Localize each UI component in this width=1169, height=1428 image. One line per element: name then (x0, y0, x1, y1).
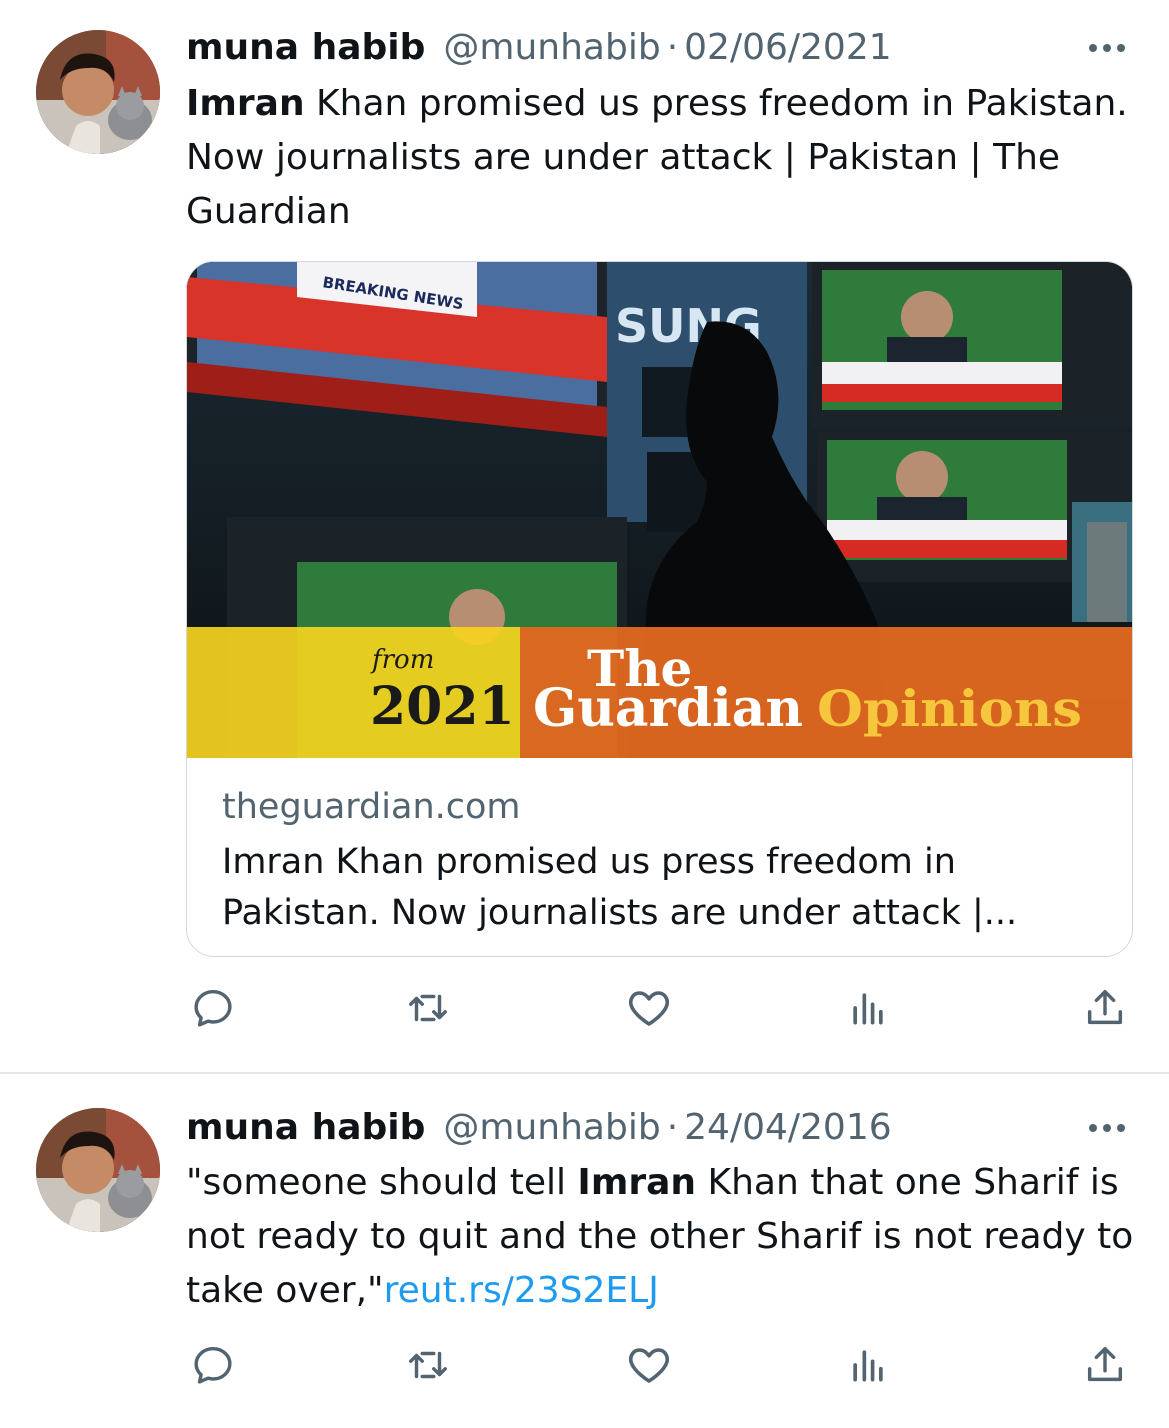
more-options-icon[interactable] (1085, 1106, 1129, 1150)
retweet-icon[interactable] (403, 1340, 453, 1390)
badge-section: Opinions (817, 679, 1082, 738)
tweet-body-pre: "someone should tell (186, 1162, 578, 1203)
tweet-body: Khan promised us press freedom in Pakist… (186, 83, 1128, 232)
share-icon[interactable] (1080, 1340, 1130, 1390)
separator: · (666, 1107, 679, 1148)
tweet-header: muna habib @munhabib · 02/06/2021 (186, 26, 1129, 70)
separator: · (666, 27, 679, 68)
card-title: Imran Khan promised us press freedom in … (222, 842, 1018, 933)
avatar[interactable] (36, 30, 160, 154)
author-handle[interactable]: @munhabib (443, 1106, 660, 1150)
highlight-term: Imran (577, 1162, 697, 1203)
more-options-icon[interactable] (1085, 26, 1129, 70)
author-name[interactable]: muna habib (186, 26, 425, 70)
tweet-date[interactable]: 02/06/2021 (684, 26, 892, 70)
share-icon[interactable] (1080, 983, 1130, 1033)
retweet-icon[interactable] (403, 983, 453, 1033)
tweet-2[interactable]: muna habib @munhabib · 24/04/2016 "someo… (0, 1074, 1169, 1428)
tweet-header: muna habib @munhabib · 24/04/2016 (186, 1106, 1129, 1150)
author-handle[interactable]: @munhabib (443, 26, 660, 70)
like-icon[interactable] (624, 983, 674, 1033)
badge-year-text: 2021 (370, 676, 515, 737)
reply-icon[interactable] (188, 983, 238, 1033)
tweet-text: "someone should tell Imran Khan that one… (186, 1156, 1136, 1318)
tweet-date[interactable]: 24/04/2016 (684, 1106, 892, 1150)
badge-from-text: from (370, 645, 434, 675)
tweet-text: Imran Khan promised us press freedom in … (186, 77, 1136, 239)
card-image[interactable]: BREAKING NEWS SUNG from 2021 The Guardia… (187, 262, 1132, 758)
tweet-link[interactable]: reut.rs/23S2ELJ (384, 1270, 659, 1311)
link-preview-card[interactable]: BREAKING NEWS SUNG from 2021 The Guardia… (186, 261, 1133, 957)
tv-shop-photo: BREAKING NEWS SUNG from 2021 The Guardia… (187, 262, 1132, 758)
author-name[interactable]: muna habib (186, 1106, 425, 1150)
tweet-actions (186, 1340, 1133, 1390)
reply-icon[interactable] (188, 1340, 238, 1390)
like-icon[interactable] (624, 1340, 674, 1390)
avatar[interactable] (36, 1108, 160, 1232)
views-icon[interactable] (843, 983, 893, 1033)
card-domain: theguardian.com (222, 787, 521, 827)
highlight-term: Imran (186, 83, 305, 124)
views-icon[interactable] (843, 1340, 893, 1390)
tweet-actions (186, 983, 1133, 1033)
tweet-1[interactable]: muna habib @munhabib · 02/06/2021 Imran … (0, 0, 1169, 1072)
badge-brand-bottom: Guardian (533, 678, 803, 739)
